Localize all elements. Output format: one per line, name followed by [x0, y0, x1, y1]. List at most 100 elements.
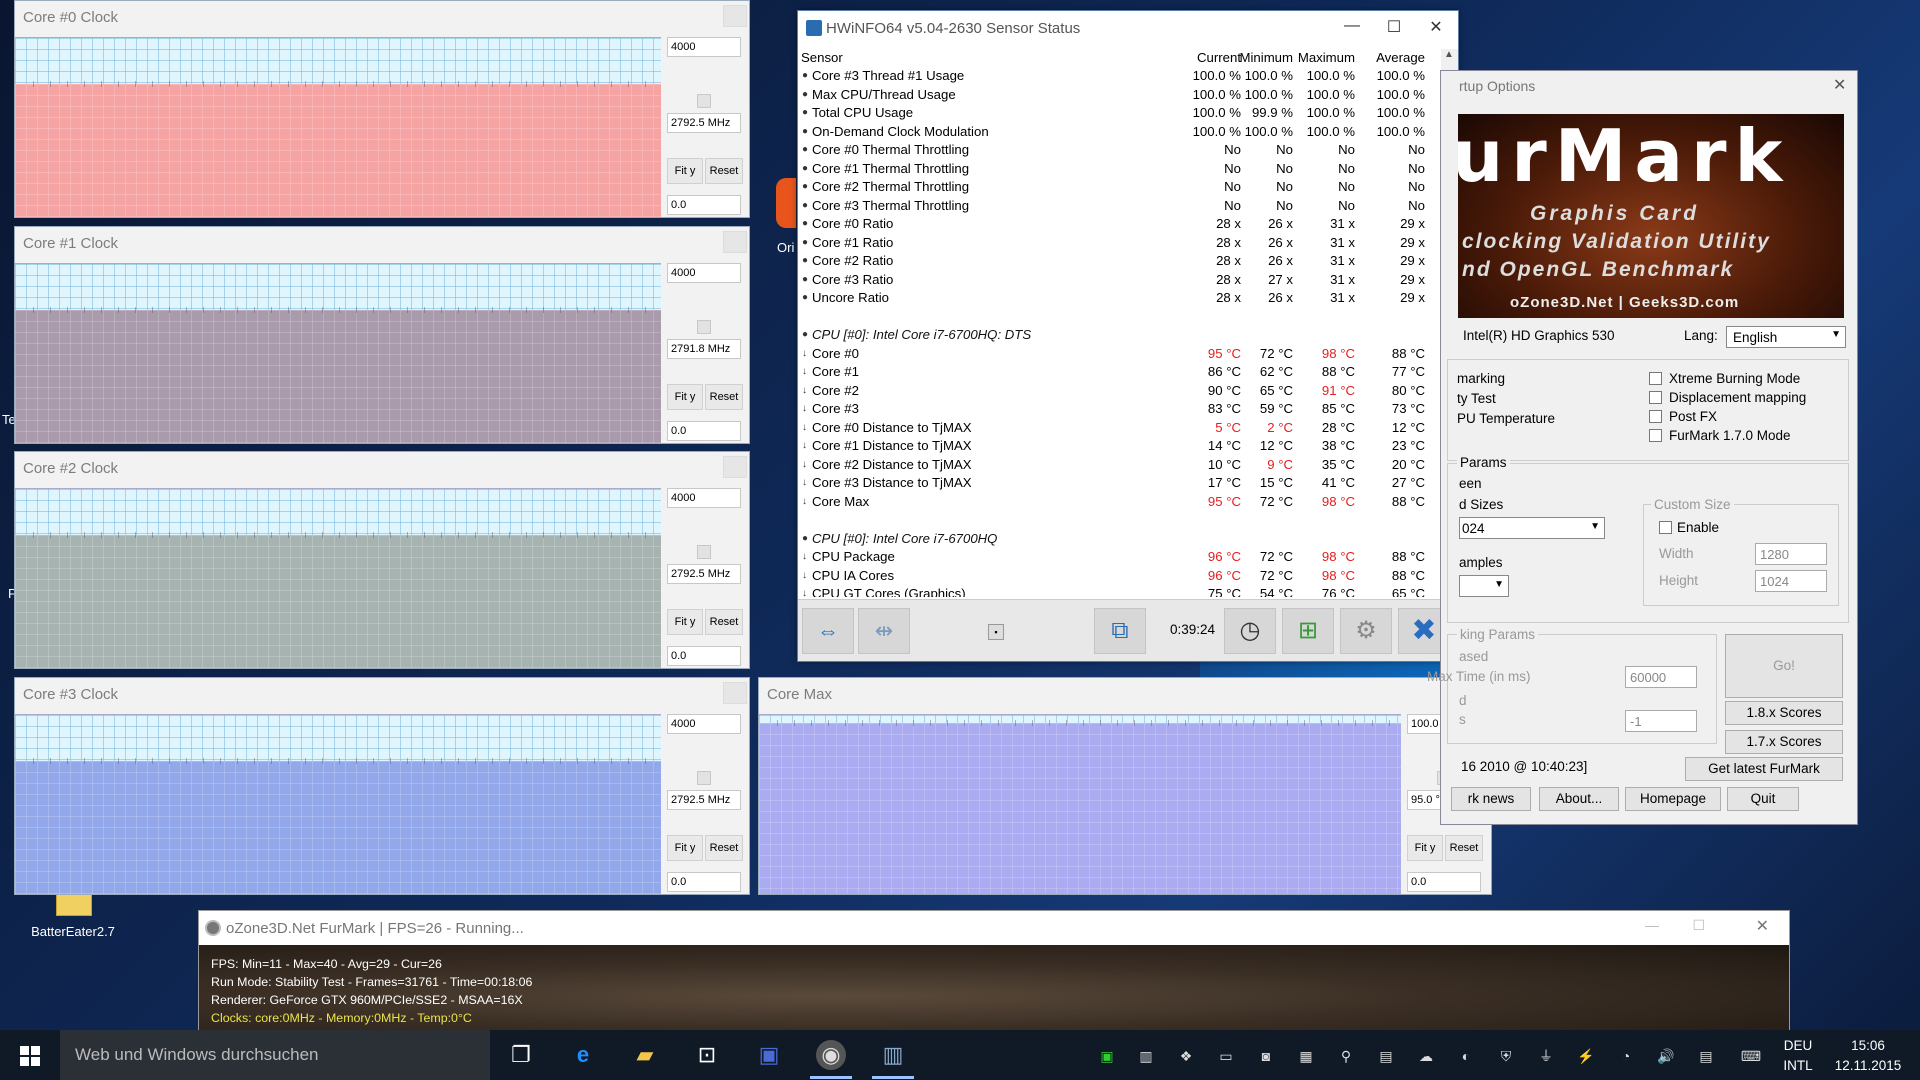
close-button[interactable]: ✕: [1756, 916, 1769, 936]
col-current[interactable]: Current: [1197, 49, 1241, 67]
graph-option-toggle[interactable]: [697, 94, 711, 108]
settings-gear-icon[interactable]: ⚙: [1340, 608, 1392, 654]
sensor-row[interactable]: ↓ Core Max 95 °C 72 °C 98 °C 88 °C: [798, 493, 1441, 512]
reset-button[interactable]: Reset: [705, 609, 743, 635]
power-icon[interactable]: ⚡: [1575, 1046, 1597, 1066]
col-maximum[interactable]: Maximum: [1298, 49, 1355, 67]
news-button[interactable]: rk news: [1451, 787, 1531, 811]
sensor-row[interactable]: ● Uncore Ratio 28 x 26 x 31 x 29 x: [798, 289, 1441, 308]
scores-18-button[interactable]: 1.8.x Scores: [1725, 701, 1843, 725]
maximize-button[interactable]: ☐: [1374, 17, 1414, 37]
sensor-row[interactable]: ● Core #3 Thermal Throttling No No No No: [798, 197, 1441, 216]
option-checkbox[interactable]: [1649, 372, 1662, 385]
collapse-icon[interactable]: ●: [802, 530, 808, 549]
reset-button[interactable]: Reset: [705, 384, 743, 410]
opt-gpu-temperature[interactable]: PU Temperature: [1457, 411, 1555, 426]
fit-y-button[interactable]: Fit y: [667, 609, 703, 635]
sensor-row[interactable]: ● Core #1 Thermal Throttling No No No No: [798, 160, 1441, 179]
sensor-row[interactable]: ● On-Demand Clock Modulation 100.0 % 100…: [798, 123, 1441, 142]
usb-icon[interactable]: ⏚: [1535, 1046, 1557, 1066]
sensor-row[interactable]: ● Core #3 Thread #1 Usage 100.0 % 100.0 …: [798, 67, 1441, 86]
graph-min-value[interactable]: 0.0: [1407, 872, 1481, 892]
graph-option-toggle[interactable]: [697, 320, 711, 334]
max-time-input[interactable]: 60000: [1625, 666, 1697, 688]
graph-close-button[interactable]: [723, 682, 747, 704]
desktop-icon-battereater[interactable]: BatterEater2.7: [28, 888, 118, 948]
maximize-button[interactable]: ☐: [1692, 917, 1705, 934]
sensor-group-row[interactable]: ● CPU [#0]: Intel Core i7-6700HQ: DTS: [798, 326, 1441, 345]
onedrive-icon[interactable]: ☁: [1415, 1046, 1437, 1066]
sensor-row[interactable]: ● Core #2 Ratio 28 x 26 x 31 x 29 x: [798, 252, 1441, 271]
task-view-icon[interactable]: ❐: [506, 1040, 536, 1070]
hwinfo-tray-icon[interactable]: ▥: [1135, 1046, 1157, 1066]
volume-icon[interactable]: 🔊: [1655, 1046, 1677, 1066]
shield-icon[interactable]: ⛨: [1495, 1046, 1517, 1066]
sensor-row[interactable]: ↓ Core #3 Distance to TjMAX 17 °C 15 °C …: [798, 474, 1441, 493]
graph-option-toggle[interactable]: [697, 545, 711, 559]
sensor-row[interactable]: ↓ Core #0 95 °C 72 °C 98 °C 88 °C: [798, 345, 1441, 364]
app-tray-icon[interactable]: ▣: [1096, 1046, 1118, 1066]
opt-benchmarking[interactable]: marking: [1457, 371, 1505, 386]
graph-max-value[interactable]: 4000: [667, 263, 741, 283]
collapse-arrows-icon[interactable]: ⇹: [858, 608, 910, 654]
sensor-row[interactable]: ● Core #3 Ratio 28 x 27 x 31 x 29 x: [798, 271, 1441, 290]
add-report-icon[interactable]: ⊞: [1282, 608, 1334, 654]
sensor-row[interactable]: ↓ CPU GT Cores (Graphics) 75 °C 54 °C 76…: [798, 585, 1441, 597]
fit-y-button[interactable]: Fit y: [667, 384, 703, 410]
sensor-row[interactable]: ↓ Core #0 Distance to TjMAX 5 °C 2 °C 28…: [798, 419, 1441, 438]
homepage-button[interactable]: Homepage: [1625, 787, 1721, 811]
reset-small-button[interactable]: ▪: [988, 624, 1004, 640]
floppy-app-icon[interactable]: ▣: [754, 1040, 784, 1070]
sensor-group-row[interactable]: ● CPU [#0]: Intel Core i7-6700HQ: [798, 530, 1441, 549]
quit-button[interactable]: Quit: [1727, 787, 1799, 811]
time-based-option[interactable]: ased: [1459, 649, 1488, 664]
sensor-row[interactable]: ● Core #0 Thermal Throttling No No No No: [798, 141, 1441, 160]
graph-max-value[interactable]: 4000: [667, 488, 741, 508]
fit-y-button[interactable]: Fit y: [667, 158, 703, 184]
network-tray-icon[interactable]: ⚲: [1335, 1046, 1357, 1066]
network-icon[interactable]: ⧉: [1094, 608, 1146, 654]
sensor-row[interactable]: ↓ Core #2 90 °C 65 °C 91 °C 80 °C: [798, 382, 1441, 401]
scores-17-button[interactable]: 1.7.x Scores: [1725, 730, 1843, 754]
width-input[interactable]: 1280: [1755, 543, 1827, 565]
keyboard-icon[interactable]: ⌨: [1740, 1046, 1762, 1066]
sensor-row[interactable]: ● Core #2 Thermal Throttling No No No No: [798, 178, 1441, 197]
clock[interactable]: 15:06 12.11.2015: [1826, 1036, 1910, 1076]
graph-min-value[interactable]: 0.0: [667, 195, 741, 215]
edge-browser-icon[interactable]: e: [568, 1040, 598, 1070]
height-input[interactable]: 1024: [1755, 570, 1827, 592]
opt-stability-test[interactable]: ty Test: [1457, 391, 1496, 406]
sensor-row[interactable]: ↓ Core #1 Distance to TjMAX 14 °C 12 °C …: [798, 437, 1441, 456]
wifi-icon[interactable]: ◔: [1615, 1046, 1637, 1066]
fit-y-button[interactable]: Fit y: [1407, 835, 1443, 861]
enable-checkbox[interactable]: [1659, 521, 1672, 534]
graph-max-value[interactable]: 4000: [667, 714, 741, 734]
file-explorer-icon[interactable]: ▰: [630, 1040, 660, 1070]
option-checkbox[interactable]: [1649, 391, 1662, 404]
lang-select[interactable]: English ▼: [1726, 326, 1846, 348]
fit-y-button[interactable]: Fit y: [667, 835, 703, 861]
sensor-row[interactable]: ● Max CPU/Thread Usage 100.0 % 100.0 % 1…: [798, 86, 1441, 105]
graph-min-value[interactable]: 0.0: [667, 872, 741, 892]
samples-select[interactable]: ▼: [1459, 575, 1509, 597]
graph-min-value[interactable]: 0.0: [667, 646, 741, 666]
gpu-tray-icon[interactable]: ▦: [1295, 1046, 1317, 1066]
reset-button[interactable]: Reset: [1445, 835, 1483, 861]
graph-min-value[interactable]: 0.0: [667, 421, 741, 441]
graph-option-toggle[interactable]: [697, 771, 711, 785]
minimize-button[interactable]: —: [1332, 17, 1372, 35]
notification-icon[interactable]: ▤: [1695, 1046, 1717, 1066]
battery-eater-tray-icon[interactable]: ◐: [1455, 1046, 1477, 1066]
sensor-row[interactable]: ● Core #1 Ratio 28 x 26 x 31 x 29 x: [798, 234, 1441, 253]
reset-button[interactable]: Reset: [705, 835, 743, 861]
go-button[interactable]: Go!: [1725, 634, 1843, 698]
hwinfo-taskbar-icon[interactable]: ▥: [878, 1040, 908, 1070]
sensor-row[interactable]: ↓ Core #2 Distance to TjMAX 10 °C 9 °C 3…: [798, 456, 1441, 475]
clock-icon[interactable]: ◷: [1224, 608, 1276, 654]
get-latest-button[interactable]: Get latest FurMark: [1685, 757, 1843, 781]
graph-close-button[interactable]: [723, 456, 747, 478]
sensor-row[interactable]: ↓ CPU Package 96 °C 72 °C 98 °C 88 °C: [798, 548, 1441, 567]
about-button[interactable]: About...: [1539, 787, 1619, 811]
close-button[interactable]: ✕: [1416, 17, 1456, 37]
option-checkbox[interactable]: [1649, 429, 1662, 442]
